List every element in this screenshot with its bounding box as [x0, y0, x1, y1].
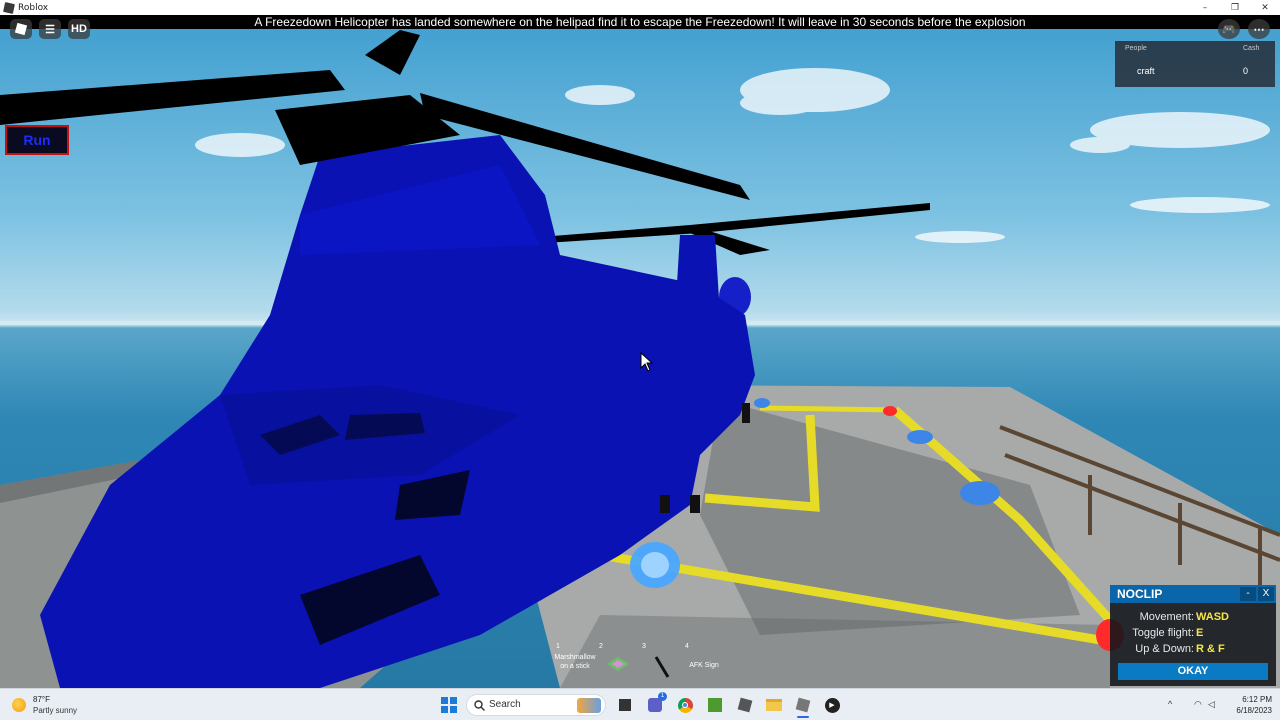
minimize-button[interactable]: –: [1190, 0, 1220, 15]
weather-condition: Partly sunny: [33, 706, 78, 715]
window-title: Roblox: [18, 2, 49, 13]
noclip-okay-button[interactable]: OKAY: [1118, 663, 1268, 680]
start-button[interactable]: [440, 696, 458, 714]
gem-icon: [607, 657, 629, 671]
hotbar-slot-2[interactable]: 2: [597, 643, 639, 685]
roblox-studio-button[interactable]: [736, 696, 754, 714]
search-icon: [474, 700, 485, 711]
search-highlight-icon: [577, 698, 601, 713]
window-controls: – ❐ ✕: [1190, 0, 1280, 15]
more-icon: ⋯: [1253, 23, 1265, 36]
noclip-row-value: WASD: [1196, 611, 1229, 623]
minecraft-button[interactable]: [706, 696, 724, 714]
window-titlebar: Roblox – ❐ ✕: [0, 0, 1280, 15]
roblox-taskbar-button[interactable]: [794, 696, 812, 718]
noclip-title: NOCLIP: [1117, 587, 1163, 601]
close-button[interactable]: ✕: [1250, 0, 1280, 15]
hotbar-slot-number: 4: [685, 643, 689, 650]
noclip-header[interactable]: NOCLIP - X: [1110, 585, 1276, 603]
windows-icon: [441, 697, 457, 713]
active-app-indicator: [797, 716, 809, 718]
task-view-button[interactable]: [616, 696, 634, 714]
search-label: Search: [489, 699, 521, 710]
media-player-button[interactable]: ▶: [823, 696, 841, 714]
taskbar-clock[interactable]: 6:12 PM 6/18/2023: [1222, 694, 1272, 716]
maximize-button[interactable]: ❐: [1220, 0, 1250, 15]
run-button[interactable]: Run: [5, 125, 69, 155]
minecraft-icon: [708, 698, 722, 712]
leaderboard-player-cash: 0: [1243, 66, 1249, 76]
hotbar-slot-number: 1: [556, 643, 560, 650]
folder-icon: [766, 699, 782, 711]
leaderboard-cash-header: Cash: [1243, 45, 1260, 52]
partly-sunny-icon: [12, 698, 26, 712]
chrome-button[interactable]: [676, 696, 694, 714]
announcement-text: A Freezedown Helicopter has landed somew…: [254, 15, 1026, 29]
leaderboard: People Cash craft 0: [1115, 41, 1275, 87]
tray-overflow-icon[interactable]: ^: [1168, 699, 1172, 709]
weather-temp: 87°F: [33, 695, 50, 704]
hotbar-slot-label: Marshmallow on a stick: [554, 654, 596, 670]
chat-badge: 1: [658, 692, 667, 701]
roblox-icon: [795, 697, 811, 713]
noclip-minimize-button[interactable]: -: [1240, 587, 1256, 601]
clock-date: 6/18/2023: [1236, 706, 1272, 715]
task-view-icon: [619, 699, 631, 711]
noclip-row-label: Movement:: [1139, 611, 1194, 623]
noclip-row-label: Up & Down:: [1135, 643, 1194, 655]
roblox-studio-icon: [737, 697, 753, 713]
more-options-button[interactable]: ⋯: [1248, 19, 1270, 39]
noclip-panel: NOCLIP - X Movement: WASD Toggle flight:…: [1110, 585, 1276, 686]
stick-icon: [654, 656, 670, 678]
controller-button[interactable]: 🎮: [1218, 19, 1240, 39]
hotbar-slot-label: AFK Sign: [689, 662, 719, 669]
roblox-menu-button[interactable]: [10, 19, 32, 39]
volume-icon[interactable]: ◁: [1208, 699, 1215, 710]
wifi-icon[interactable]: ◠: [1194, 699, 1202, 710]
taskbar: 87°F Partly sunny Search 1 ▶ ^ ◠ ◁ 6:12 …: [0, 688, 1280, 720]
taskbar-search[interactable]: Search: [466, 694, 606, 716]
noclip-close-button[interactable]: X: [1258, 587, 1274, 601]
noclip-row-value: E: [1196, 627, 1204, 639]
gamepad-icon: 🎮: [1222, 23, 1236, 36]
hd-button[interactable]: HD: [68, 19, 90, 39]
noclip-row-label: Toggle flight:: [1132, 627, 1194, 639]
mouse-cursor-icon: [640, 352, 654, 372]
chat-button[interactable]: ☰: [39, 19, 61, 39]
hotbar-slot-4[interactable]: 4 AFK Sign: [683, 643, 725, 685]
leaderboard-people-header: People: [1125, 45, 1147, 52]
hotbar-slot-3[interactable]: 3: [640, 643, 682, 685]
noclip-row-value: R & F: [1196, 643, 1225, 655]
chat-app-button[interactable]: 1: [646, 692, 667, 714]
hotbar-slot-number: 2: [599, 643, 603, 650]
chat-icon: ☰: [45, 23, 55, 36]
chrome-icon: [677, 697, 693, 713]
clock-time: 6:12 PM: [1242, 695, 1272, 704]
roblox-app-icon: [3, 1, 15, 14]
hotbar-slot-1[interactable]: 1 Marshmallow on a stick: [554, 643, 596, 685]
play-icon: ▶: [824, 697, 840, 713]
game-viewport[interactable]: A Freezedown Helicopter has landed somew…: [0, 15, 1280, 688]
hotbar-slot-number: 3: [642, 643, 646, 650]
leaderboard-player-name[interactable]: craft: [1137, 66, 1155, 76]
file-explorer-button[interactable]: [765, 696, 783, 714]
